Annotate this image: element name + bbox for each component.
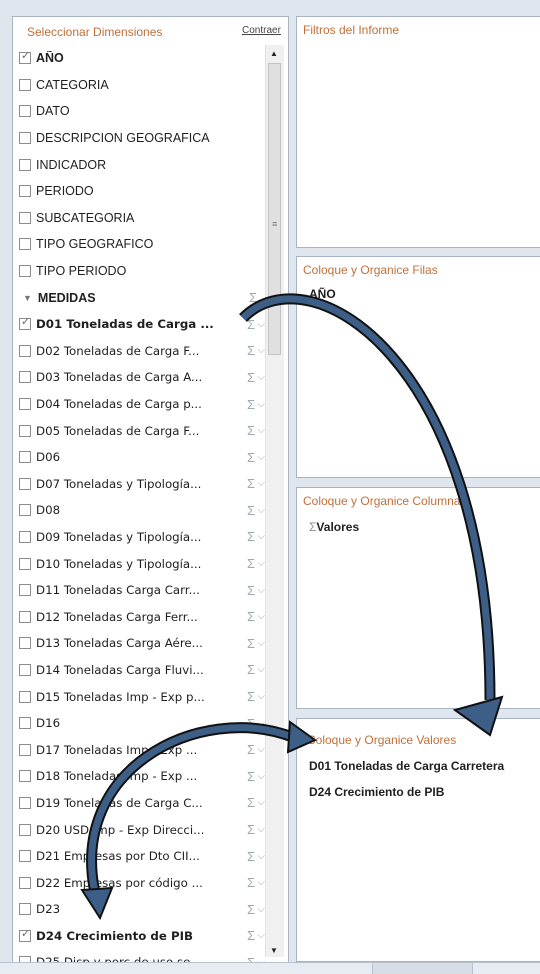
annotation-arrows <box>80 293 504 921</box>
arrow-d01-to-values <box>239 293 504 737</box>
pivot-field-list-window: Seleccionar Dimensiones Contraer AÑOCATE… <box>0 0 540 974</box>
arrow-d24-to-values <box>80 720 317 921</box>
